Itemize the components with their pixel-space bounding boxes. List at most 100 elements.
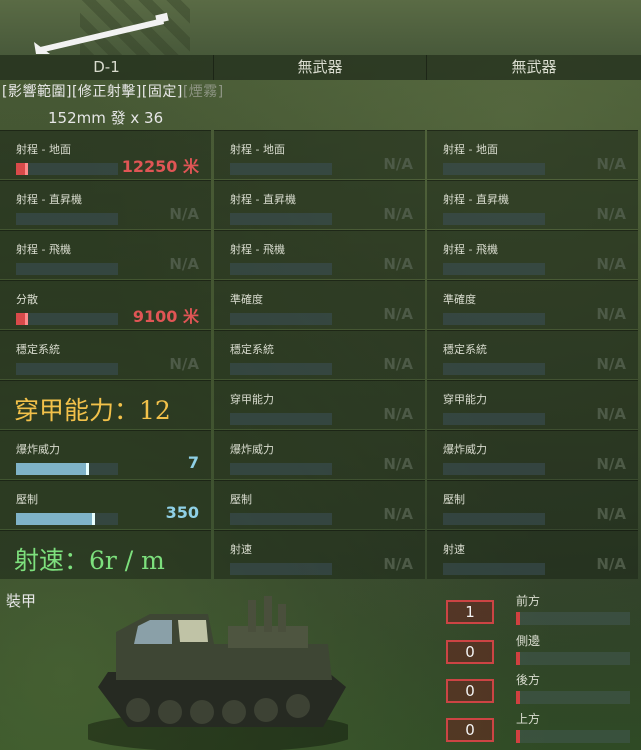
stat-label: 射程 - 飛機 [443, 243, 498, 256]
stat-value: N/A [596, 555, 626, 573]
stat-cell: 分散 9100 米 [0, 280, 211, 329]
stat-bar [443, 163, 545, 175]
stat-bar [16, 513, 118, 525]
stat-cell: 射速 N/A [214, 530, 425, 579]
armor-side-track [520, 730, 630, 743]
artillery-gun-icon [34, 12, 169, 54]
stat-cell: 射速 N/A [427, 530, 638, 579]
stat-label: 射程 - 地面 [16, 143, 71, 156]
armor-value-badge: 0 [446, 718, 494, 742]
weapon-1-ammo: 152mm 發 x 36 [48, 109, 164, 127]
stat-cell: 射程 - 地面 12250 米 [0, 130, 211, 179]
armor-side-track [520, 612, 630, 625]
stat-value: N/A [383, 255, 413, 273]
stat-bar [16, 463, 118, 475]
stat-label: 壓制 [230, 493, 252, 506]
stat-cell: 射程 - 地面 N/A [214, 130, 425, 179]
stat-value: N/A [383, 205, 413, 223]
stat-label: 爆炸威力 [230, 443, 274, 456]
stat-cell: 射程 - 飛機 N/A [427, 230, 638, 279]
stat-bar [230, 313, 332, 325]
weapon-header-row: D-1 無武器 無武器 [0, 55, 641, 80]
stat-cell: 射程 - 飛機 N/A [0, 230, 211, 279]
stat-cell: 射程 - 直昇機 N/A [0, 180, 211, 229]
stat-bar-marker [91, 513, 95, 525]
stat-bar-marker [86, 463, 90, 475]
stat-value: N/A [383, 305, 413, 323]
stat-bar [16, 213, 118, 225]
tag-fixed: [固定] [141, 84, 183, 100]
stat-bar [443, 263, 545, 275]
stat-cell: 射程 - 直昇機 N/A [214, 180, 425, 229]
rate-of-fire-label: 射速：6r / m [14, 546, 165, 575]
stat-cell: 穩定系統 N/A [427, 330, 638, 379]
top-banner [0, 0, 641, 55]
stat-value: 7 [187, 453, 199, 472]
armor-value-badge: 1 [446, 600, 494, 624]
stat-value: N/A [383, 155, 413, 173]
stat-value: N/A [596, 155, 626, 173]
stat-cell: 壓制 N/A [427, 480, 638, 529]
stat-label: 穩定系統 [443, 343, 487, 356]
stat-label: 射程 - 飛機 [230, 243, 285, 256]
armor-side-label: 前方 [516, 594, 541, 608]
weapon-2-name: 無武器 [214, 55, 427, 80]
stat-label: 準確度 [230, 293, 263, 306]
stat-cell: 爆炸威力 N/A [214, 430, 425, 479]
stat-value: N/A [169, 255, 199, 273]
stat-bar [230, 263, 332, 275]
weapon-3-name: 無武器 [427, 55, 641, 80]
stat-value: 12250 米 [121, 157, 199, 176]
armor-side-label: 上方 [516, 712, 541, 726]
stat-bar [16, 363, 118, 375]
stat-bar [16, 263, 118, 275]
stat-bar [16, 313, 118, 325]
stat-label: 準確度 [443, 293, 476, 306]
stat-label: 壓制 [16, 493, 38, 506]
stat-value: N/A [169, 205, 199, 223]
stat-bar [230, 513, 332, 525]
stat-cell: 穿甲能力：12 [0, 380, 211, 429]
stat-cell: 射程 - 直昇機 N/A [427, 180, 638, 229]
stat-value: N/A [596, 405, 626, 423]
stat-bar [230, 563, 332, 575]
stat-cell: 準確度 N/A [427, 280, 638, 329]
stat-label: 射程 - 地面 [230, 143, 285, 156]
stat-cell: 穩定系統 N/A [0, 330, 211, 379]
stat-bar [230, 413, 332, 425]
stat-label: 射程 - 地面 [443, 143, 498, 156]
stat-value: N/A [596, 355, 626, 373]
armor-side-label: 側邊 [516, 634, 541, 648]
stat-bar [443, 313, 545, 325]
stat-label: 射速 [443, 543, 465, 556]
stat-bar [443, 213, 545, 225]
stat-cell: 射程 - 地面 N/A [427, 130, 638, 179]
stat-value: N/A [596, 205, 626, 223]
stat-bar [230, 363, 332, 375]
stat-cell: 爆炸威力 7 [0, 430, 211, 479]
stat-value: N/A [596, 305, 626, 323]
stat-cell: 穿甲能力 N/A [427, 380, 638, 429]
armor-value-badge: 0 [446, 640, 494, 664]
stat-bar [230, 463, 332, 475]
armor-title: 裝甲 [6, 592, 37, 610]
armor-side-track [520, 652, 630, 665]
armor-value-badge: 0 [446, 679, 494, 703]
stat-label: 穿甲能力 [230, 393, 274, 406]
stat-label: 射程 - 飛機 [16, 243, 71, 256]
stat-bar-marker [25, 163, 29, 175]
stat-label: 爆炸威力 [443, 443, 487, 456]
stat-bar [230, 213, 332, 225]
stat-value: N/A [596, 255, 626, 273]
stat-value: N/A [383, 555, 413, 573]
stat-value: N/A [383, 505, 413, 523]
stat-cell: 射速：6r / m [0, 530, 211, 579]
weapon-1-tags: [影響範圍][修正射擊][固定][煙霧] [2, 81, 224, 101]
stat-label: 射程 - 直昇機 [443, 193, 509, 206]
armor-side-track [520, 691, 630, 704]
stat-label: 壓制 [443, 493, 465, 506]
stat-value: N/A [383, 355, 413, 373]
stat-label: 爆炸威力 [16, 443, 60, 456]
stat-label: 射程 - 直昇機 [16, 193, 82, 206]
tank-vehicle-image [88, 596, 348, 750]
